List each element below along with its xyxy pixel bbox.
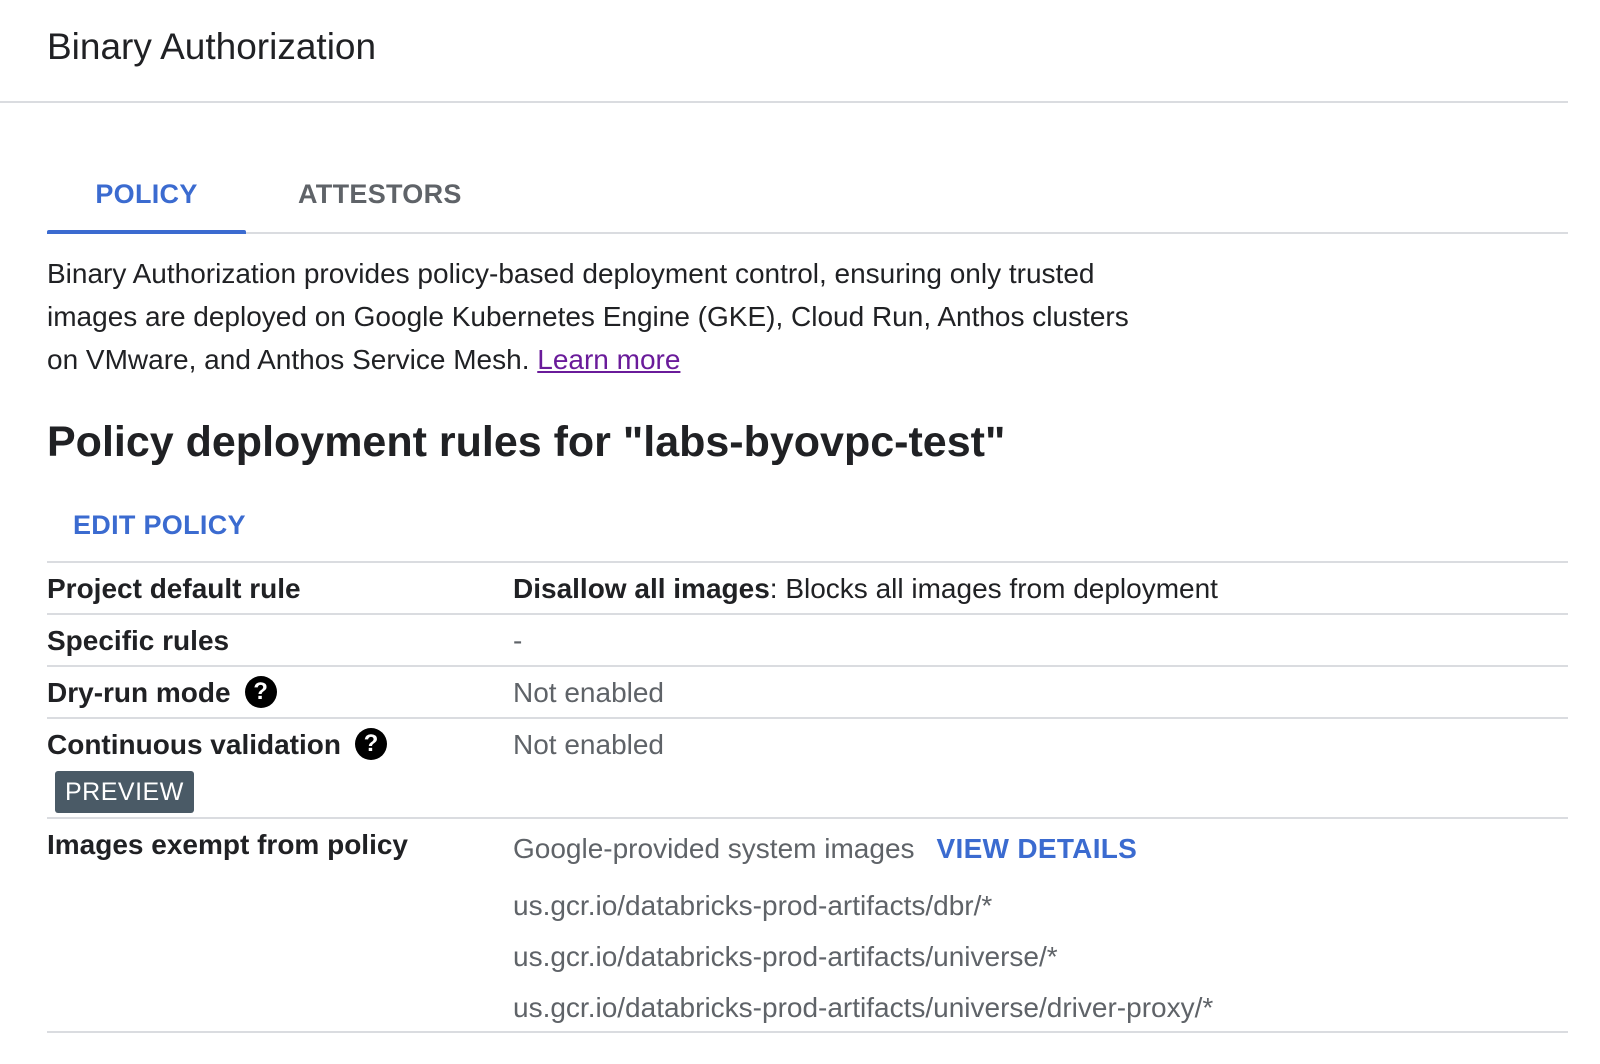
policy-heading: Policy deployment rules for "labs-byovpc… [47,418,1006,466]
dry-run-label: Dry-run mode [47,677,231,708]
tab-attestors-label: ATTESTORS [298,179,462,209]
continuous-validation-label: Continuous validation [47,729,341,760]
help-circle-icon[interactable]: ? [355,727,387,760]
description: Binary Authorization provides policy-bas… [47,252,1167,381]
continuous-validation-value: Not enabled [513,729,665,760]
dry-run-value: Not enabled [513,677,665,708]
table-row-dry-run: Dry-run mode? Not enabled [47,665,1568,717]
preview-badge: PREVIEW [55,771,194,813]
tab-attestors[interactable]: ATTESTORS [298,160,462,232]
exempt-path: us.gcr.io/databricks-prod-artifacts/univ… [513,992,1214,1023]
exempt-path: us.gcr.io/databricks-prod-artifacts/dbr/… [513,890,993,921]
edit-policy-button[interactable]: EDIT POLICY [73,510,246,541]
active-tab-indicator [47,230,246,234]
exempt-path: us.gcr.io/databricks-prod-artifacts/univ… [513,941,1058,972]
system-images-text: Google-provided system images [513,833,915,864]
table-row-exempt-images: Images exempt from policy Google-provide… [47,817,1568,1033]
project-default-value-rest: : Blocks all images from deployment [769,573,1218,604]
tab-policy-label: POLICY [95,179,198,209]
system-images-line: Google-provided system images VIEW DETAIL… [513,833,1137,865]
tab-bar: POLICY ATTESTORS [47,160,1568,234]
table-row-project-default: Project default rule Disallow all images… [47,561,1568,613]
page-title: Binary Authorization [47,26,377,67]
continuous-validation-label-wrap: Continuous validation? [47,727,387,763]
specific-rules-label: Specific rules [47,625,230,656]
page-header: Binary Authorization [0,0,1568,103]
view-details-button[interactable]: VIEW DETAILS [937,833,1138,864]
project-default-label: Project default rule [47,573,301,604]
policy-rules-table: Project default rule Disallow all images… [47,561,1568,1033]
specific-rules-value: - [513,625,523,656]
exempt-images-label: Images exempt from policy [47,829,409,860]
project-default-value: Disallow all images: Blocks all images f… [513,573,1218,605]
dry-run-label-wrap: Dry-run mode? [47,675,277,711]
learn-more-link[interactable]: Learn more [537,344,680,375]
table-row-continuous-validation: Continuous validation? PREVIEW Not enabl… [47,717,1568,817]
table-row-specific-rules: Specific rules - [47,613,1568,665]
tab-policy[interactable]: POLICY [47,160,246,234]
help-circle-icon[interactable]: ? [244,675,277,708]
project-default-value-bold: Disallow all images [513,573,770,604]
